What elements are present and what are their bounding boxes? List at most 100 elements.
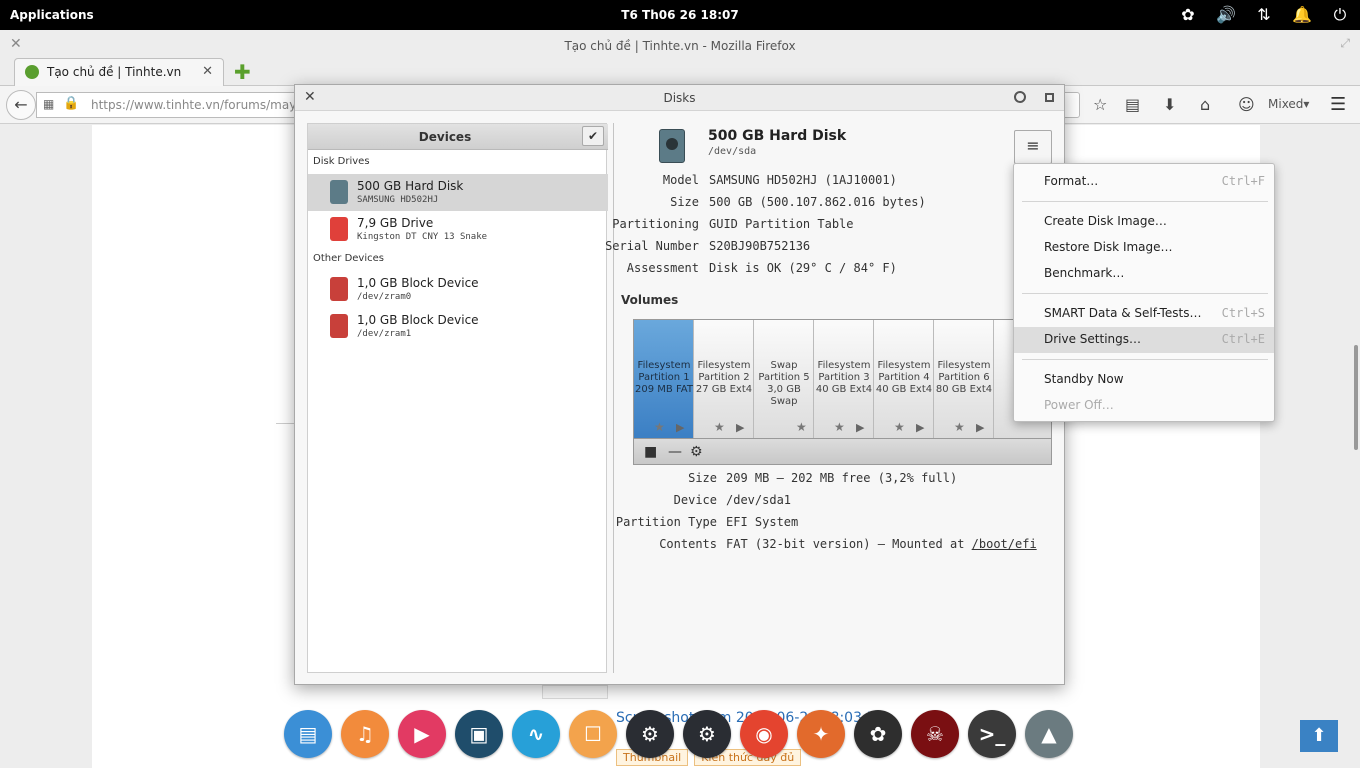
device-name: 1,0 GB Block Device [357, 276, 479, 290]
partition-6[interactable]: Filesystem Partition 6 80 GB Ext4 ★ ▶ [934, 320, 994, 438]
terminal-icon[interactable]: >_ [968, 710, 1016, 758]
devices-header: Devices ✔ [308, 124, 608, 150]
partition-3[interactable]: Filesystem Partition 3 40 GB Ext4 ★ ▶ [814, 320, 874, 438]
new-tab-icon[interactable]: ✚ [234, 60, 251, 84]
browser-icon[interactable]: ✦ [797, 710, 845, 758]
stop-icon[interactable]: ■ [644, 444, 657, 460]
menu-benchmark[interactable]: Benchmark… [1014, 261, 1274, 287]
files-icon[interactable]: ▤ [284, 710, 332, 758]
menu-standby-now[interactable]: Standby Now [1014, 367, 1274, 393]
device-500gb-hard-disk[interactable]: 500 GB Hard Disk SAMSUNG HD502HJ [308, 174, 608, 211]
disks-titlebar: ✕ Disks [295, 85, 1064, 111]
disks-window: ✕ Disks Devices ✔ Disk Drives 500 GB Har… [294, 84, 1065, 685]
disks-minimize-icon[interactable] [1014, 91, 1026, 103]
video-player-icon[interactable]: ▶ [398, 710, 446, 758]
star-icon: ★ [796, 420, 807, 434]
devices-title: Devices [418, 130, 472, 144]
tab-close-icon[interactable]: ✕ [202, 64, 213, 79]
power-icon[interactable]: ⏻ [1328, 4, 1352, 26]
drive-path: /dev/sda [708, 146, 757, 157]
menu-create-disk-image[interactable]: Create Disk Image… [1014, 209, 1274, 235]
volume-icon[interactable]: 🔊 [1214, 4, 1238, 26]
other-devices-label: Other Devices [313, 253, 384, 264]
firefox-menu-icon[interactable]: ☰ [1330, 94, 1346, 115]
remove-partition-icon[interactable]: — [668, 444, 682, 460]
play-icon: ▶ [676, 421, 685, 434]
device-sub: /dev/zram1 [357, 329, 412, 339]
menu-smart-data[interactable]: SMART Data & Self-Tests… Ctrl+S [1014, 301, 1274, 327]
hard-disk-icon [330, 180, 348, 204]
menu-separator [1022, 359, 1268, 360]
menu-restore-disk-image[interactable]: Restore Disk Image… [1014, 235, 1274, 261]
devices-panel: Devices ✔ Disk Drives 500 GB Hard Disk S… [307, 123, 608, 673]
divider [276, 423, 296, 424]
partition-5[interactable]: Swap Partition 5 3,0 GB Swap ★ [754, 320, 814, 438]
menu-drive-settings[interactable]: Drive Settings… Ctrl+E [1014, 327, 1274, 353]
scroll-to-top-button[interactable]: ⬆ [1300, 720, 1338, 752]
disks-maximize-icon[interactable] [1045, 93, 1054, 102]
menu-separator [1022, 293, 1268, 294]
drive-menu-button[interactable]: ≡ [1014, 130, 1052, 164]
back-button[interactable]: ← [6, 90, 36, 120]
star-icon: ★ [714, 420, 725, 434]
device-name: 7,9 GB Drive [357, 216, 434, 230]
gears-icon[interactable]: ⚙ [690, 444, 703, 460]
device-sub: SAMSUNG HD502HJ [357, 195, 439, 205]
menu-separator [1022, 201, 1268, 202]
play-icon: ▶ [916, 421, 925, 434]
device-zram0[interactable]: 1,0 GB Block Device /dev/zram0 [308, 271, 608, 308]
drive-icon[interactable]: ▲ [1025, 710, 1073, 758]
disks-title: Disks [663, 91, 696, 105]
page-scrollbar[interactable] [1354, 345, 1358, 450]
select-mode-button[interactable]: ✔ [582, 126, 604, 146]
device-sub: Kingston DT CNY 13 Snake [357, 232, 488, 242]
partition-1[interactable]: Filesystem Partition 1 209 MB FAT ★ ▶ [634, 320, 694, 438]
block-device-icon [330, 277, 348, 301]
star-icon: ★ [894, 420, 905, 434]
device-7-9gb-drive[interactable]: 7,9 GB Drive Kingston DT CNY 13 Snake [308, 211, 608, 248]
steam-icon[interactable]: ⚙ [626, 710, 674, 758]
clock[interactable]: T6 Th06 26 18:07 [0, 8, 1360, 22]
software-center-icon[interactable]: ☐ [569, 710, 617, 758]
star-icon: ★ [654, 420, 665, 434]
system-tray: ✿ 🔊 ⇅ 🔔 ⏻ [1176, 4, 1352, 26]
menu-format[interactable]: Format… Ctrl+F [1014, 169, 1274, 195]
attachment-thumb[interactable] [542, 685, 608, 699]
network-icon[interactable]: ⇅ [1252, 4, 1276, 26]
drive-name: 500 GB Hard Disk [708, 128, 847, 144]
star-icon: ★ [834, 420, 845, 434]
notification-bell-icon[interactable]: 🔔 [1290, 4, 1314, 26]
sidebar-icon[interactable]: ▦ [43, 97, 54, 111]
window-title: Tạo chủ đề | Tinhte.vn - Mozilla Firefox [564, 39, 796, 53]
audio-icon[interactable]: ♫ [341, 710, 389, 758]
mixed-button[interactable]: Mixed▾ [1268, 97, 1309, 111]
pinwheel-tray-icon[interactable]: ✿ [1176, 4, 1200, 26]
device-sub: /dev/zram0 [357, 292, 412, 302]
partition-4[interactable]: Filesystem Partition 4 40 GB Ext4 ★ ▶ [874, 320, 934, 438]
reading-list-icon[interactable]: ▤ [1125, 95, 1140, 114]
chat-icon[interactable]: ☺ [1238, 95, 1255, 114]
dock: ▤ ♫ ▶ ▣ ∿ ☐ ⚙ ⚙ ◉ ✦ ✿ ☠ >_ ▲ [284, 710, 1073, 764]
device-name: 500 GB Hard Disk [357, 179, 464, 193]
image-viewer-icon[interactable]: ▣ [455, 710, 503, 758]
firefox-titlebar: ✕ Tạo chủ đề | Tinhte.vn - Mozilla Firef… [0, 30, 1360, 60]
game-icon[interactable]: ☠ [911, 710, 959, 758]
chrome-icon[interactable]: ◉ [740, 710, 788, 758]
pinwheel-icon[interactable]: ✿ [854, 710, 902, 758]
star-icon: ★ [954, 420, 965, 434]
steam-icon-2[interactable]: ⚙ [683, 710, 731, 758]
volume-toolbar: ■ — ⚙ [634, 438, 1051, 464]
home-icon[interactable]: ⌂ [1200, 95, 1210, 114]
mount-point-link[interactable]: /boot/efi [972, 537, 1037, 551]
tab-tinhte[interactable]: Tạo chủ đề | Tinhte.vn ✕ [14, 58, 224, 86]
lock-icon: 🔒 [63, 96, 80, 111]
volumes-label: Volumes [621, 293, 679, 307]
tab-strip: Tạo chủ đề | Tinhte.vn ✕ ✚ [0, 58, 1360, 86]
device-zram1[interactable]: 1,0 GB Block Device /dev/zram1 [308, 308, 608, 345]
volume-map: Filesystem Partition 1 209 MB FAT ★ ▶ Files… [633, 319, 1052, 465]
partition-2[interactable]: Filesystem Partition 2 27 GB Ext4 ★ ▶ [694, 320, 754, 438]
download-icon[interactable]: ⬇ [1163, 95, 1176, 114]
maximize-icon[interactable]: ⤢ [1340, 36, 1350, 51]
bookmark-star-icon[interactable]: ☆ [1093, 95, 1107, 114]
system-monitor-icon[interactable]: ∿ [512, 710, 560, 758]
